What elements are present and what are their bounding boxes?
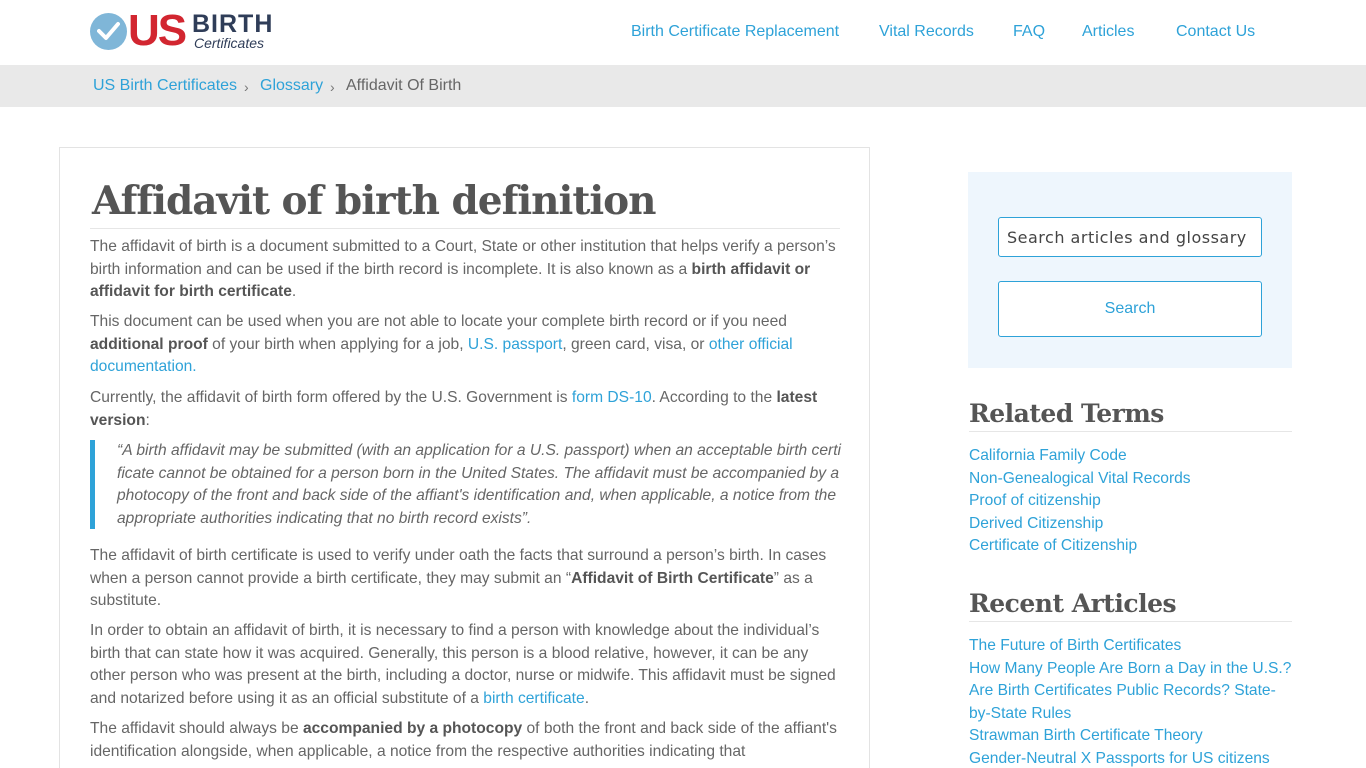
related-term-link[interactable]: Proof of citizenship xyxy=(969,490,1292,513)
recent-article-link[interactable]: Are Birth Certificates Public Records? S… xyxy=(969,680,1292,725)
sidebar-search-panel xyxy=(968,172,1292,368)
article-paragraph-6: The affidavit should always be accompani… xyxy=(90,720,837,760)
related-terms-heading: Related Terms xyxy=(969,399,1164,428)
article-paragraph-4: The affidavit of birth certificate is us… xyxy=(90,547,827,609)
us-passport-link[interactable]: U.S. passport xyxy=(468,336,562,353)
site-logo[interactable]: US BIRTH Certificates xyxy=(90,7,280,55)
related-term-link[interactable]: Derived Citizenship xyxy=(969,513,1292,536)
related-terms-divider xyxy=(969,431,1292,432)
nav-birth-certificate-replacement[interactable]: Birth Certificate Replacement xyxy=(631,21,839,43)
page-title: Affidavit of birth definition xyxy=(92,178,657,224)
related-term-link[interactable]: Certificate of Citizenship xyxy=(969,535,1292,558)
search-input[interactable] xyxy=(998,217,1262,257)
related-term-link[interactable]: California Family Code xyxy=(969,445,1292,468)
chevron-right-icon: › xyxy=(244,79,249,95)
article-paragraph-1: The affidavit of birth is a document sub… xyxy=(90,238,836,300)
related-term-link[interactable]: Non-Genealogical Vital Records xyxy=(969,468,1292,491)
title-divider xyxy=(90,228,840,229)
nav-contact-us[interactable]: Contact Us xyxy=(1176,21,1255,43)
form-ds10-link[interactable]: form DS-10 xyxy=(572,389,652,406)
search-button[interactable]: Search xyxy=(998,281,1262,337)
breadcrumb-current: Affidavit Of Birth xyxy=(346,77,462,94)
breadcrumb: US Birth Certificates › Glossary › Affid… xyxy=(0,65,1366,107)
checkmark-icon xyxy=(90,13,127,50)
article-paragraph-2: This document can be used when you are n… xyxy=(90,313,793,375)
recent-article-link[interactable]: Strawman Birth Certificate Theory xyxy=(969,725,1292,748)
recent-article-link[interactable]: Gender-Neutral X Passports for US citize… xyxy=(969,748,1292,768)
nav-vital-records[interactable]: Vital Records xyxy=(879,21,974,43)
logo-us-text: US xyxy=(128,6,187,55)
recent-articles-list: The Future of Birth Certificates How Man… xyxy=(969,635,1292,768)
recent-articles-divider xyxy=(969,621,1292,622)
recent-article-link[interactable]: How Many People Are Born a Day in the U.… xyxy=(969,658,1292,681)
blockquote-text: “A birth affidavit may be submitted (wit… xyxy=(117,442,842,527)
logo-certificates-text: Certificates xyxy=(194,35,265,51)
site-header: US BIRTH Certificates Birth Certificate … xyxy=(0,0,1366,65)
chevron-right-icon: › xyxy=(330,79,335,95)
recent-article-link[interactable]: The Future of Birth Certificates xyxy=(969,635,1292,658)
birth-certificate-link[interactable]: birth certificate xyxy=(483,690,584,707)
breadcrumb-home-link[interactable]: US Birth Certificates xyxy=(93,76,237,96)
article-blockquote: “A birth affidavit may be submitted (wit… xyxy=(90,440,842,529)
article-paragraph-3: Currently, the affidavit of birth form o… xyxy=(90,389,818,429)
article-paragraph-5: In order to obtain an affidavit of birth… xyxy=(90,622,836,707)
nav-articles[interactable]: Articles xyxy=(1082,21,1134,43)
related-terms-list: California Family Code Non-Genealogical … xyxy=(969,445,1292,558)
logo-birth-text: BIRTH xyxy=(192,10,274,38)
recent-articles-heading: Recent Articles xyxy=(969,589,1177,618)
nav-faq[interactable]: FAQ xyxy=(1013,21,1045,43)
breadcrumb-glossary-link[interactable]: Glossary xyxy=(260,76,323,96)
